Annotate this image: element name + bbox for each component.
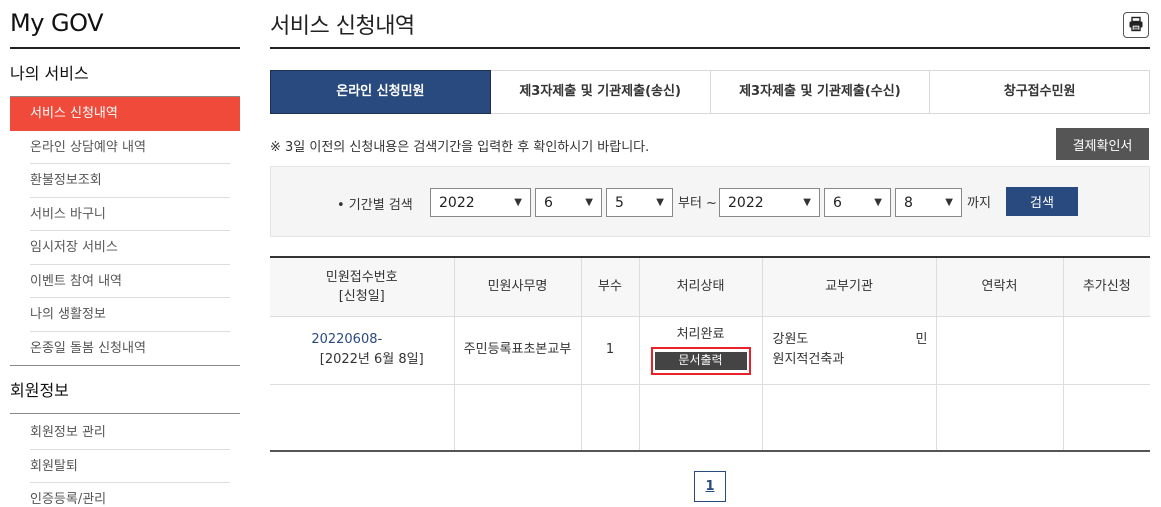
chevron-down-icon: ▼ (945, 197, 953, 208)
sidebar-item-cert-manage[interactable]: 인증등록/관리 (10, 483, 240, 507)
table-row: 20220608- [2022년 6월 8일] 주민등록표초본교부 1 처리완료… (270, 316, 1150, 385)
sidebar-item-refund-info[interactable]: 환불정보조회 (10, 164, 240, 198)
print-button[interactable] (1123, 12, 1149, 38)
cell-status: 처리완료 문서출력 (639, 316, 763, 385)
from-month-select[interactable]: 6 ▼ (535, 188, 602, 217)
cell-receipt-no: 20220608- [2022년 6월 8일] (270, 316, 455, 385)
to-year-value: 2022 (728, 194, 764, 211)
sidebar-item-consult-reservation[interactable]: 온라인 상담예약 내역 (10, 131, 240, 165)
table-row-empty (270, 384, 1150, 450)
tab-bar: 온라인 신청민원 제3자제출 및 기관제출(송신) 제3자제출 및 기관제출(수… (270, 70, 1150, 114)
tab-online-application[interactable]: 온라인 신청민원 (270, 70, 491, 114)
sidebar-item-allday-care[interactable]: 온종일 돌봄 신청내역 (10, 332, 240, 366)
from-day-select[interactable]: 5 ▼ (606, 188, 673, 217)
payment-receipt-button[interactable]: 결제확인서 (1056, 128, 1149, 160)
sidebar-item-life-info[interactable]: 나의 생활정보 (10, 298, 240, 332)
printer-icon (1128, 16, 1144, 35)
application-table: 민원접수번호 [신청일] 민원사무명 부수 처리상태 교부기관 연락처 추가신청… (270, 256, 1150, 452)
sidebar-item-service-history[interactable]: 서비스 신청내역 (10, 97, 240, 131)
print-document-button[interactable]: 문서출력 (654, 351, 747, 370)
print-doc-highlight: 문서출력 (650, 347, 751, 375)
application-date: [2022년 6월 8일] (319, 352, 424, 367)
tab-counter-application[interactable]: 창구접수민원 (930, 70, 1150, 114)
chevron-down-icon: ▼ (656, 197, 664, 208)
page-title: 서비스 신청내역 (270, 14, 415, 39)
status-text: 처리완료 (676, 327, 725, 342)
to-text: 까지 (967, 196, 991, 211)
from-month-value: 6 (544, 194, 553, 211)
to-month-select[interactable]: 6 ▼ (824, 188, 891, 217)
col-header-name: 민원사무명 (454, 258, 582, 317)
sidebar-item-temp-saved[interactable]: 임시저장 서비스 (10, 231, 240, 265)
section-title-member-info: 회원정보 (10, 366, 240, 414)
agency-dept: 원지적건축과 (772, 352, 845, 367)
cell-contact (936, 316, 1064, 385)
chevron-down-icon: ▼ (514, 197, 522, 208)
col-header-extra: 추가신청 (1063, 258, 1150, 317)
from-year-select[interactable]: 2022 ▼ (430, 188, 531, 217)
main-content: 서비스 신청내역 온라인 신청민원 제3자제출 및 기관제출(송신) 제3자제출… (270, 0, 1150, 502)
chevron-down-icon: ▼ (874, 197, 882, 208)
cell-agency: 강원도 민 원지적건축과 (762, 316, 937, 385)
from-year-value: 2022 (439, 194, 475, 211)
cell-count: 1 (581, 316, 640, 385)
to-year-select[interactable]: 2022 ▼ (719, 188, 820, 217)
table-header-row: 민원접수번호 [신청일] 민원사무명 부수 처리상태 교부기관 연락처 추가신청 (270, 258, 1150, 317)
cell-extra (1063, 316, 1150, 385)
col-header-status: 처리상태 (639, 258, 763, 317)
chevron-down-icon: ▼ (803, 197, 811, 208)
sidebar-item-member-manage[interactable]: 회원정보 관리 (10, 416, 240, 450)
from-text: 부터 ~ (678, 196, 717, 211)
page-header: 서비스 신청내역 (270, 0, 1150, 49)
chevron-down-icon: ▼ (585, 197, 593, 208)
agency-part: 민 (915, 332, 928, 347)
tab-third-party-send[interactable]: 제3자제출 및 기관제출(송신) (490, 70, 711, 114)
pagination-page-1[interactable]: 1 (694, 471, 726, 502)
search-button[interactable]: 검색 (1006, 187, 1078, 216)
col-header-contact: 연락처 (936, 258, 1064, 317)
cell-service-name: 주민등록표초본교부 (454, 316, 582, 385)
to-month-value: 6 (833, 194, 842, 211)
receipt-no-link[interactable]: 20220608- (311, 332, 382, 347)
section-title-my-services: 나의 서비스 (10, 49, 240, 97)
to-day-select[interactable]: 8 ▼ (895, 188, 962, 217)
sidebar-item-withdraw[interactable]: 회원탈퇴 (10, 450, 240, 484)
sidebar-item-service-basket[interactable]: 서비스 바구니 (10, 198, 240, 232)
member-info-menu: 회원정보 관리 회원탈퇴 인증등록/관리 (10, 414, 240, 507)
agency-region: 강원도 (772, 332, 809, 347)
period-search-box: • 기간별 검색 2022 ▼ 6 ▼ 5 ▼ 부터 ~ 2022 ▼ 6 ▼ … (270, 166, 1150, 237)
from-day-value: 5 (615, 194, 624, 211)
col-header-receipt-no: 민원접수번호 [신청일] (270, 258, 455, 317)
my-services-menu: 서비스 신청내역 온라인 상담예약 내역 환불정보조회 서비스 바구니 임시저장… (10, 97, 240, 366)
sidebar: My GOV 나의 서비스 서비스 신청내역 온라인 상담예약 내역 환불정보조… (10, 0, 240, 507)
col-header-agency: 교부기관 (762, 258, 937, 317)
period-search-label: • 기간별 검색 (337, 198, 413, 213)
notice-text: ※ 3일 이전의 신청내용은 검색기간을 입력한 후 확인하시기 바랍니다. (270, 140, 650, 155)
col-header-count: 부수 (581, 258, 640, 317)
sidebar-item-event-history[interactable]: 이벤트 참여 내역 (10, 265, 240, 299)
brand-title: My GOV (10, 0, 240, 49)
tab-third-party-receive[interactable]: 제3자제출 및 기관제출(수신) (710, 70, 931, 114)
to-day-value: 8 (904, 194, 913, 211)
